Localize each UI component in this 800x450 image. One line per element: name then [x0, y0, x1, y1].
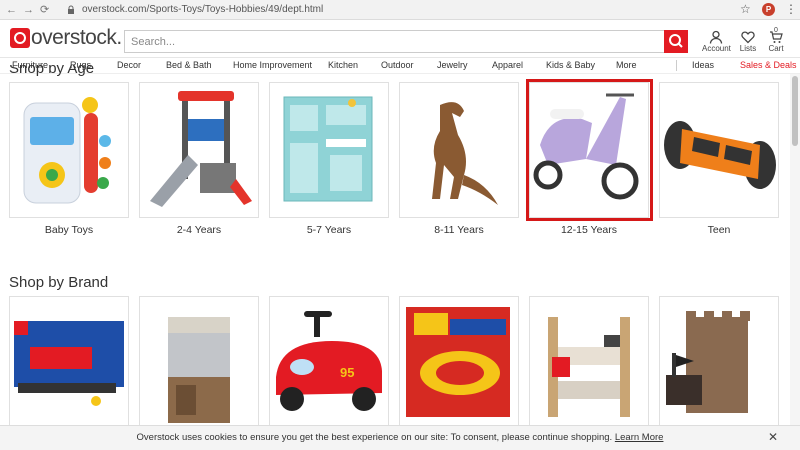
- age-section-title-clip: Shop by Age: [9, 65, 129, 76]
- nav-divider: [676, 60, 677, 71]
- age-card-teen[interactable]: [659, 82, 779, 218]
- nav-item-jewelry[interactable]: Jewelry: [437, 60, 468, 70]
- main-content: Shop by Age Baby Toys 2-4 Years 5-7 Year…: [0, 65, 800, 441]
- nav-item-outdoor[interactable]: Outdoor: [381, 60, 414, 70]
- step2-kitchen-image: [168, 317, 230, 423]
- heart-icon: [741, 31, 755, 44]
- playset-image: [150, 91, 252, 207]
- brand-section-title: Shop by Brand: [9, 274, 109, 291]
- age-label-8-11-years[interactable]: 8-11 Years: [399, 224, 519, 236]
- uno-attack-image: [406, 307, 510, 417]
- account-label: Account: [702, 44, 731, 53]
- lists-label: Lists: [739, 44, 757, 53]
- account-button[interactable]: Account: [702, 30, 731, 53]
- nav-item-ideas[interactable]: Ideas: [692, 60, 714, 70]
- selection-highlight-box: [526, 79, 653, 221]
- age-card-2-4-years[interactable]: [139, 82, 259, 218]
- age-label-12-15-years[interactable]: 12-15 Years: [529, 224, 649, 236]
- brand-card-step2[interactable]: [139, 296, 259, 432]
- address-bar[interactable]: overstock.com/Sports-Toys/Toys-Hobbies/4…: [82, 4, 323, 15]
- brand-card-cars[interactable]: 95: [269, 296, 389, 432]
- brand-card-melissa-doug[interactable]: [529, 296, 649, 432]
- browser-menu-icon[interactable]: ⋮: [785, 2, 797, 16]
- logo-mark-icon: [10, 28, 30, 48]
- age-label-baby-toys[interactable]: Baby Toys: [9, 224, 129, 236]
- search-box: [124, 30, 664, 53]
- cart-count-badge: 0: [774, 27, 778, 34]
- browser-nav-arrows[interactable]: ←→⟳: [6, 3, 55, 16]
- site-header: overstock. Account Lists 0 Cart: [0, 20, 800, 58]
- cookie-text: Overstock uses cookies to ensure you get…: [136, 432, 613, 443]
- cart-label: Cart: [768, 44, 784, 53]
- lock-icon: [68, 5, 74, 14]
- age-label-teen[interactable]: Teen: [659, 224, 779, 236]
- nav-item-kids-baby[interactable]: Kids & Baby: [546, 60, 595, 70]
- cookie-banner: Overstock uses cookies to ensure you get…: [0, 425, 800, 450]
- hoverboard-image: [664, 121, 776, 189]
- dinosaur-toy-image: [432, 102, 498, 205]
- user-icon: [709, 30, 723, 44]
- brand-card-kidkraft[interactable]: [659, 296, 779, 432]
- grocery-stand-image: [548, 317, 630, 417]
- nav-item-home-improvement[interactable]: Home Improvement: [233, 60, 312, 70]
- profile-avatar[interactable]: P: [762, 3, 775, 16]
- bookmark-star-icon[interactable]: ☆: [740, 2, 751, 16]
- brand-card-lego[interactable]: [9, 296, 129, 432]
- logo-text: overstock.: [31, 26, 122, 49]
- scrollbar-thumb[interactable]: [792, 76, 798, 146]
- learn-more-link[interactable]: Learn More: [615, 432, 664, 443]
- search-input[interactable]: [125, 31, 664, 52]
- cars-ride-on-image: 95: [276, 311, 382, 411]
- brand-card-uno[interactable]: [399, 296, 519, 432]
- baby-toy-image: [23, 97, 111, 204]
- age-label-2-4-years[interactable]: 2-4 Years: [139, 224, 259, 236]
- nav-item-bed-bath[interactable]: Bed & Bath: [166, 60, 212, 70]
- pirate-castle-image: [666, 311, 750, 413]
- nav-item-apparel[interactable]: Apparel: [492, 60, 523, 70]
- play-kitchen-image: [283, 96, 373, 202]
- lego-set-image: [14, 321, 124, 406]
- search-button[interactable]: [664, 30, 688, 53]
- nav-item-more[interactable]: More: [616, 60, 637, 70]
- nav-item-kitchen[interactable]: Kitchen: [328, 60, 358, 70]
- page-scrollbar[interactable]: [790, 74, 800, 441]
- age-label-5-7-years[interactable]: 5-7 Years: [269, 224, 389, 236]
- cars-95-decal: 95: [340, 365, 354, 380]
- overstock-logo[interactable]: overstock.: [10, 26, 122, 49]
- age-card-8-11-years[interactable]: [399, 82, 519, 218]
- lists-button[interactable]: Lists: [738, 30, 758, 53]
- cart-button[interactable]: 0 Cart: [766, 27, 786, 53]
- age-card-5-7-years[interactable]: [269, 82, 389, 218]
- close-icon[interactable]: ✕: [768, 426, 778, 449]
- age-card-baby-toys[interactable]: [9, 82, 129, 218]
- nav-item-sales-deals[interactable]: Sales & Deals: [740, 60, 797, 70]
- browser-toolbar: ←→⟳ overstock.com/Sports-Toys/Toys-Hobbi…: [0, 0, 800, 20]
- search-icon: [669, 34, 683, 48]
- age-section-title: Shop by Age: [9, 65, 95, 76]
